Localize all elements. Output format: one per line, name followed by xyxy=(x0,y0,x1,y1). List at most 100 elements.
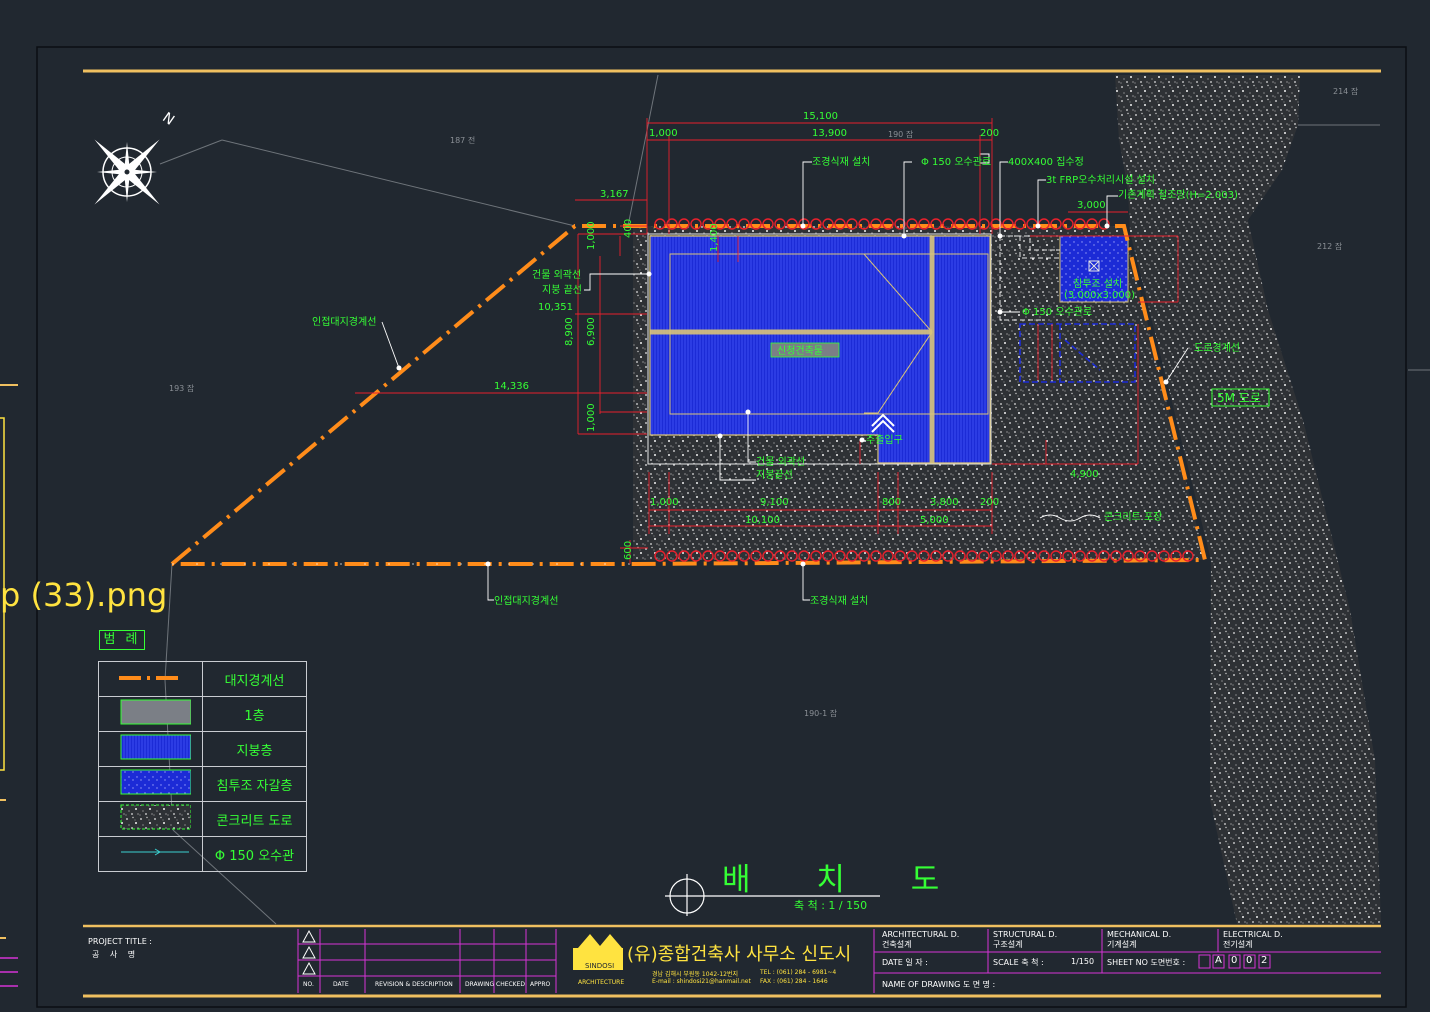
company-address: 경남 김해시 부원동 1042-12번지 xyxy=(652,971,738,978)
new-building-tag: 신청건축물 xyxy=(770,342,840,358)
dim-text: 10,100 xyxy=(745,515,780,526)
note-roof-line: 지붕 끝선 xyxy=(542,284,582,296)
legend-row: Φ 150 오수관 xyxy=(98,836,307,872)
legend-label: 침투조 자갈층 xyxy=(202,766,307,802)
rev-header-date: DATE xyxy=(333,981,349,988)
lot-label: 214 잡 xyxy=(1333,86,1359,96)
legend-label: 1층 xyxy=(202,696,307,732)
note-pipe-top: Φ 150 오수관로 xyxy=(921,156,991,168)
road-tag: 5M 도로 xyxy=(1211,388,1270,407)
note-concrete-road: 콘크리트 포장 xyxy=(1104,511,1162,523)
lot-label: 212 잡 xyxy=(1317,241,1343,251)
dim-text: 1,000 xyxy=(586,403,597,432)
swatch-roof-hatch xyxy=(98,731,203,767)
dim-text: 1,400 xyxy=(709,223,720,252)
lot-label: 193 잡 xyxy=(169,383,195,393)
dim-text: 15,100 xyxy=(803,111,838,122)
dim-text: 200 xyxy=(980,497,999,508)
note-roof-line-b: 지붕끝선 xyxy=(756,469,793,481)
date-label: DATE 일 자 : xyxy=(882,958,928,967)
dim-text: 1,000 xyxy=(586,221,597,250)
mech-label: MECHANICAL D. xyxy=(1107,930,1172,939)
drawing-scale: 축 척 : 1 / 150 xyxy=(794,899,868,912)
company-email: E-mail : shindosi21@hanmail.net xyxy=(652,978,751,985)
leader-point xyxy=(997,233,1003,239)
arch-label: ARCHITECTURAL D. xyxy=(882,930,960,939)
legend-row: 침투조 자갈층 xyxy=(98,766,307,802)
drawing-title: 배 치 도 xyxy=(722,862,968,898)
leader-point xyxy=(859,437,865,443)
dim-text: 8,900 xyxy=(564,317,575,346)
swatch-boundary-line xyxy=(98,661,203,697)
legend-label: Φ 150 오수관 xyxy=(202,836,307,872)
sheet-char: A xyxy=(1215,955,1222,966)
company-caption: ARCHITECTURE xyxy=(578,979,625,986)
legend-row: 콘크리트 도로 xyxy=(98,801,307,837)
struct-label: STRUCTURAL D. xyxy=(993,930,1058,939)
company-logo: SINDOSI xyxy=(573,934,623,970)
dim-text: 400 xyxy=(623,219,634,238)
note-landscape-bottom: 조경식재 설치 xyxy=(810,594,868,607)
project-title-label: PROJECT TITLE : xyxy=(88,937,152,946)
swatch-pipe-line xyxy=(98,836,203,872)
note-adjacent-boundary-left: 인접대지경계선 xyxy=(312,315,376,328)
dim-text: 600 xyxy=(623,541,634,560)
dim-text: 9,100 xyxy=(760,497,789,508)
dim-text: 14,336 xyxy=(494,381,529,392)
note-adjacent-boundary-bottom: 인접대지경계선 xyxy=(494,594,558,607)
revision-triangles xyxy=(302,929,316,975)
rev-header-checked: CHECKED xyxy=(496,981,526,988)
scale-label: SCALE 축 척 : xyxy=(993,958,1044,967)
sheet-label: SHEET NO 도면번호 : xyxy=(1107,958,1186,967)
legend-table: 대지경계선 1층 지붕층 침투조 자갈층 콘크리트 도로 Φ 150 오수관 xyxy=(98,661,307,872)
dim-text: 13,900 xyxy=(812,128,847,139)
elec-kr: 전기설계 xyxy=(1223,940,1253,949)
note-building-outline: 건물 외곽선 xyxy=(532,269,581,281)
drawing-name-label: NAME OF DRAWING 도 면 명 : xyxy=(882,980,996,989)
legend-label: 콘크리트 도로 xyxy=(202,801,307,837)
note-infiltration-size: (3.000x3.000) xyxy=(1064,290,1135,301)
note-road-boundary: 도로경계선 xyxy=(1194,341,1240,354)
dim-text: 1,000 xyxy=(650,497,679,508)
note-existing-fence: 기존계획 철조망(H=2.003) xyxy=(1118,189,1238,201)
sheet-char: 0 xyxy=(1231,955,1238,966)
rev-header-approved: APPRO xyxy=(530,981,551,988)
legend-label: 지붕층 xyxy=(202,731,307,767)
elec-label: ELECTRICAL D. xyxy=(1223,930,1283,939)
note-catch-basin: 400X400 집수정 xyxy=(1008,156,1084,168)
mech-kr: 기계설계 xyxy=(1107,940,1137,949)
dim-text: 3,167 xyxy=(600,189,629,200)
dim-text: 3,000 xyxy=(1077,200,1106,211)
compass-rose-icon xyxy=(94,139,160,205)
note-frp-tank: 3t FRP오수처리시설 설치 xyxy=(1046,174,1155,186)
legend-row: 1층 xyxy=(98,696,307,732)
legend-row: 대지경계선 xyxy=(98,661,307,697)
struct-kr: 구조설계 xyxy=(993,940,1023,949)
north-label: N xyxy=(159,110,177,129)
svg-text:5M 도로: 5M 도로 xyxy=(1217,391,1261,405)
swatch-blue-gravel xyxy=(98,766,203,802)
lot-label: 190 잡 xyxy=(888,129,914,139)
rev-header-description: REVISION & DESCRIPTION xyxy=(375,981,453,988)
dim-text: 800 xyxy=(882,497,901,508)
dim-text: 4,900 xyxy=(1070,469,1099,480)
company-name: (유)종합건축사 사무소 신도시 xyxy=(627,944,852,965)
file-name-label: p (33).png xyxy=(0,576,168,614)
swatch-concrete xyxy=(98,801,203,837)
note-infiltration: 침투조 설치 xyxy=(1073,278,1122,290)
sheet-char: 0 xyxy=(1246,955,1253,966)
company-fax: FAX : (061) 284 - 1646 xyxy=(760,978,828,985)
arch-kr: 건축설계 xyxy=(882,940,912,949)
company-tel: TEL : (061) 284 - 6981~4 xyxy=(760,969,837,976)
dim-text: 10,351 xyxy=(538,302,573,313)
legend-title: 범 례 xyxy=(99,630,145,650)
note-landscape-top: 조경식재 설치 xyxy=(812,155,870,168)
note-entrance: 주출입구 xyxy=(866,433,903,446)
legend-row: 지붕층 xyxy=(98,731,307,767)
swatch-grey-fill xyxy=(98,696,203,732)
lot-label: 190-1 잡 xyxy=(804,708,838,718)
svg-text:SINDOSI: SINDOSI xyxy=(585,962,614,970)
project-title-kr: 공 사 명 xyxy=(92,950,140,959)
sheet-char: 2 xyxy=(1261,955,1268,966)
svg-text:신청건축물: 신청건축물 xyxy=(777,345,823,357)
